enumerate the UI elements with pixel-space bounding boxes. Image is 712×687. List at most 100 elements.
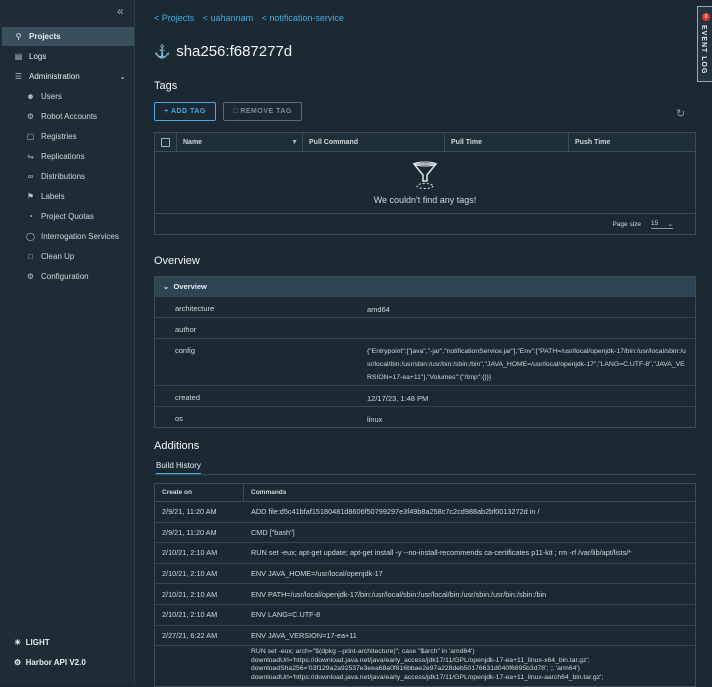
sidebar-item-logs[interactable]: ▤ Logs — [2, 47, 134, 66]
overview-row: os linux — [155, 406, 695, 427]
filter-icon[interactable]: ▼ — [291, 139, 298, 146]
overview-panel-header[interactable]: ⌄ Overview — [155, 277, 695, 296]
api-link[interactable]: ⚙ Harbor API V2.0 — [14, 658, 86, 667]
table-row: 2/10/21, 2:10 AM ENV JAVA_HOME=/usr/loca… — [155, 564, 695, 585]
row-command: ENV LANG=C.UTF-8 — [251, 610, 321, 620]
labels-icon: ⚑ — [26, 192, 35, 201]
page-size-label: Page size — [612, 220, 641, 228]
sidebar-item-label: Logs — [29, 52, 47, 61]
column-pull-time[interactable]: Pull Time — [445, 133, 569, 151]
page-title: ⚓ sha256:f687277d — [154, 43, 292, 60]
artifact-digest: sha256:f687277d — [176, 43, 293, 60]
sidebar-item-label: Registries — [41, 132, 77, 141]
docker-icon: ⚓ — [154, 43, 171, 59]
select-all-cell — [155, 133, 177, 151]
sidebar-item-replications[interactable]: ⇋ Replications — [2, 147, 134, 166]
table-header: Create on Commands — [155, 484, 695, 502]
theme-label: LIGHT — [25, 638, 50, 647]
table-row: 2/10/21, 2:10 AM ENV PATH=/usr/local/ope… — [155, 584, 695, 605]
overview-panel-title: Overview — [173, 282, 207, 291]
overview-value — [367, 318, 695, 338]
users-icon: ☻ — [26, 92, 35, 101]
overview-key: config — [175, 346, 196, 355]
column-pull-command[interactable]: Pull Command — [303, 133, 445, 151]
row-date: 2/27/21, 6:22 AM — [162, 630, 218, 640]
row-date: 2/10/21, 2:10 AM — [162, 548, 218, 558]
distributions-icon: ∞ — [27, 172, 34, 181]
sidebar-item-distributions[interactable]: ∞ Distributions — [2, 167, 134, 186]
sidebar-item-label: Replications — [41, 152, 85, 161]
sidebar-item-labels[interactable]: ⚑ Labels — [2, 187, 134, 206]
trash-icon: □ — [233, 108, 241, 115]
sidebar-item-interrogation-services[interactable]: ◯ Interrogation Services — [2, 227, 134, 246]
overview-key: architecture — [175, 304, 215, 313]
table-row: 2/9/21, 11:20 AM CMD ["bash"] — [155, 523, 695, 544]
sidebar-item-label: Interrogation Services — [41, 232, 119, 241]
remove-tag-button[interactable]: □ REMOVE TAG — [223, 102, 302, 121]
overview-value: amd64 — [367, 305, 390, 314]
chevron-down-icon: ⌄ — [163, 282, 170, 291]
event-log-tab[interactable]: EVENT LOG 0 — [697, 6, 712, 82]
add-tag-button[interactable]: + ADD TAG — [154, 102, 216, 121]
overview-value: {"Entrypoint":["java","-jar","notificati… — [367, 348, 686, 381]
command-line: downloadSha256='03f129a2a92537e3eea68a0f… — [251, 665, 580, 673]
sidebar-item-robot-accounts[interactable]: ⚙ Robot Accounts — [2, 107, 134, 126]
breadcrumb-projects[interactable]: < Projects — [154, 13, 194, 23]
refresh-icon[interactable]: ↻ — [676, 107, 685, 120]
column-create-on: Create on — [155, 484, 244, 501]
row-date: 2/10/21, 2:10 AM — [162, 569, 218, 579]
sidebar-item-label: Distributions — [41, 172, 86, 181]
breadcrumb-repository[interactable]: < notification-service — [262, 13, 344, 23]
empty-funnel-icon — [412, 161, 438, 189]
empty-message: We couldn't find any tags! — [373, 194, 477, 205]
breadcrumb-project[interactable]: < uahannam — [203, 13, 253, 23]
overview-key: os — [175, 414, 183, 423]
sidebar-item-label: Projects — [29, 32, 61, 41]
tags-table: Name ▼ Pull Command Pull Time Push Time … — [154, 132, 696, 235]
table-footer: Page size 15 ⌄ — [155, 214, 695, 234]
event-log-count-badge: 0 — [702, 13, 710, 21]
remove-tag-label: REMOVE TAG — [240, 108, 292, 115]
row-command: RUN set -eux; arch="$(dpkg --print-archi… — [244, 646, 695, 682]
sidebar-item-administration[interactable]: ☰ Administration ⌄ — [2, 67, 134, 86]
table-row: 2/10/21, 2:10 AM ENV LANG=C.UTF-8 — [155, 605, 695, 626]
sidebar-item-label: Clean Up — [41, 252, 75, 261]
shield-icon: ◯ — [26, 232, 35, 241]
chevron-down-icon: ⌄ — [667, 220, 673, 228]
theme-toggle[interactable]: ☀ LIGHT — [14, 638, 50, 647]
page-size-select[interactable]: 15 ⌄ — [651, 220, 673, 229]
sidebar-item-label: Project Quotas — [41, 212, 94, 221]
row-command: RUN set -eux; apt-get update; apt-get in… — [251, 548, 632, 558]
sidebar-item-clean-up[interactable]: □ Clean Up — [2, 247, 134, 266]
overview-value: 12/17/23, 1:48 PM — [367, 394, 429, 403]
row-date: 2/10/21, 2:10 AM — [162, 610, 218, 620]
row-command: ENV PATH=/usr/local/openjdk-17/bin:/usr/… — [251, 589, 547, 599]
sidebar-item-projects[interactable]: ⚲ Projects — [2, 27, 134, 46]
tab-build-history[interactable]: Build History — [156, 461, 201, 475]
row-command: ADD file:d5c41bfaf15180481d8606f50799297… — [251, 507, 540, 517]
table-row: 2/27/21, 6:22 AM ENV JAVA_VERSION=17-ea+… — [155, 626, 695, 647]
table-row: 2/9/21, 11:20 AM ADD file:d5c41bfaf15180… — [155, 502, 695, 523]
main-content: < Projects < uahannam < notification-ser… — [136, 0, 712, 687]
administration-icon: ☰ — [14, 72, 23, 81]
sidebar-item-label: Robot Accounts — [41, 112, 98, 121]
sidebar-item-registries[interactable]: ▢ Registries — [2, 127, 134, 146]
api-icon: ⚙ — [14, 658, 22, 667]
column-commands: Commands — [251, 489, 287, 496]
sidebar-item-users[interactable]: ☻ Users — [2, 87, 134, 106]
column-push-time[interactable]: Push Time — [569, 133, 695, 151]
overview-panel: ⌄ Overview architecture amd64 author con… — [154, 276, 696, 428]
collapse-sidebar-icon[interactable]: « — [117, 4, 124, 18]
column-label: Pull Command — [309, 138, 359, 146]
table-row: 2/10/21, 2:10 AM RUN set -eux; apt-get u… — [155, 543, 695, 564]
select-all-checkbox[interactable] — [161, 137, 170, 147]
projects-icon: ⚲ — [15, 32, 22, 41]
logs-icon: ▤ — [14, 52, 23, 61]
overview-key: author — [175, 325, 197, 334]
column-name[interactable]: Name ▼ — [177, 133, 303, 151]
overview-key: created — [175, 393, 201, 402]
robot-icon: ⚙ — [26, 112, 35, 121]
overview-value: linux — [367, 415, 383, 424]
sidebar-item-project-quotas[interactable]: ◔ Project Quotas — [2, 207, 134, 226]
sidebar-item-configuration[interactable]: ⚙ Configuration — [2, 267, 134, 286]
